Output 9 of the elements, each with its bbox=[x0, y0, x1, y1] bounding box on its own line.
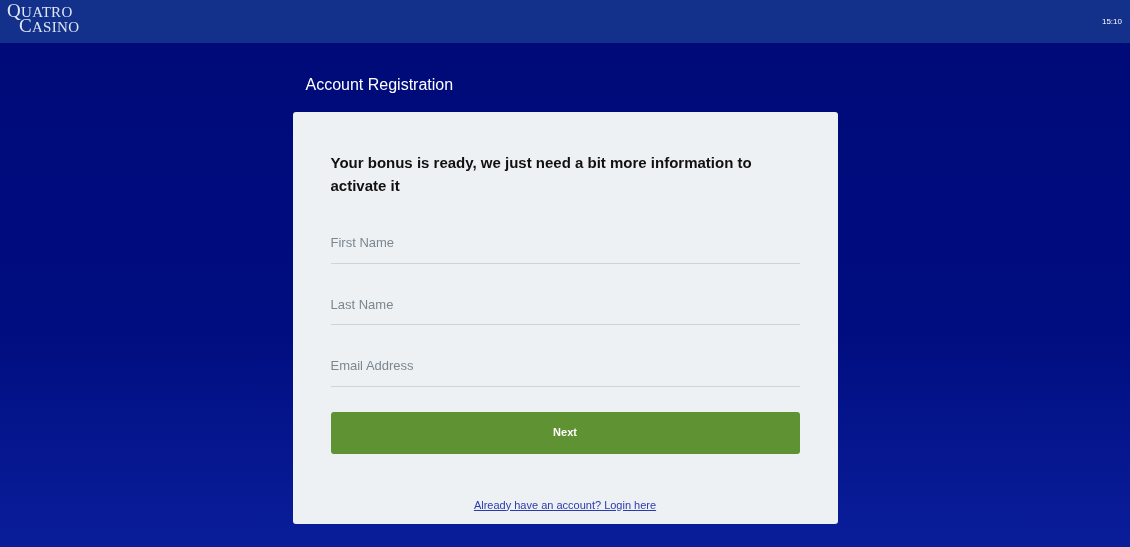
logo-text: QUATRO CASINO bbox=[7, 4, 80, 34]
form-heading: Your bonus is ready, we just need a bit more information to activate it bbox=[330, 153, 753, 196]
clock-time: 15:10 bbox=[1101, 16, 1122, 28]
login-link[interactable]: Already have an account? Login here bbox=[473, 498, 657, 511]
next-button[interactable]: Next bbox=[330, 411, 800, 454]
input-field[interactable]: Email Address bbox=[330, 348, 800, 387]
input-field[interactable]: Last Name bbox=[330, 286, 800, 325]
input-field[interactable]: First Name bbox=[330, 225, 800, 264]
page-title: Account Registration bbox=[305, 75, 455, 95]
